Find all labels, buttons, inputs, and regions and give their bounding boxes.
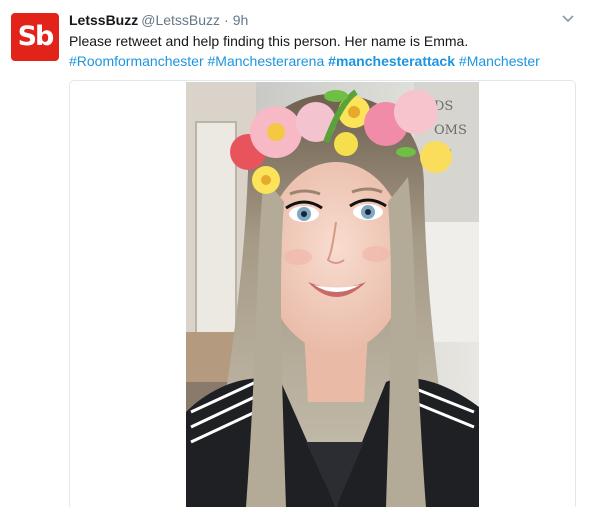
svg-text:OMS: OMS [434,123,467,138]
timestamp[interactable]: 9h [233,12,249,28]
hashtag-list: #Roomformanchester #Manchesterarena #man… [69,51,579,71]
avatar[interactable]: Sb [11,13,59,61]
tweet-text: Please retweet and help finding this per… [69,33,469,49]
hashtag-manchesterarena[interactable]: #Manchesterarena [208,53,325,69]
tweet-header: LetssBuzz @LetssBuzz · 9h [69,11,248,29]
hashtag-manchester[interactable]: #Manchester [459,53,540,69]
chevron-down-icon[interactable] [562,14,574,24]
hashtag-roomformanchester[interactable]: #Roomformanchester [69,53,204,69]
author-name[interactable]: LetssBuzz [69,12,138,28]
tweet: Sb LetssBuzz @LetssBuzz · 9h Please retweet… [0,0,589,507]
separator-dot: · [224,12,229,28]
tweet-photo[interactable]: DS OMS SP [186,82,479,507]
selfie-photo-illustration: DS OMS SP [186,82,479,507]
avatar-logo-text: Sb [17,20,55,52]
hashtag-manchesterattack[interactable]: #manchesterattack [328,53,455,69]
author-handle[interactable]: @LetssBuzz [141,12,220,28]
